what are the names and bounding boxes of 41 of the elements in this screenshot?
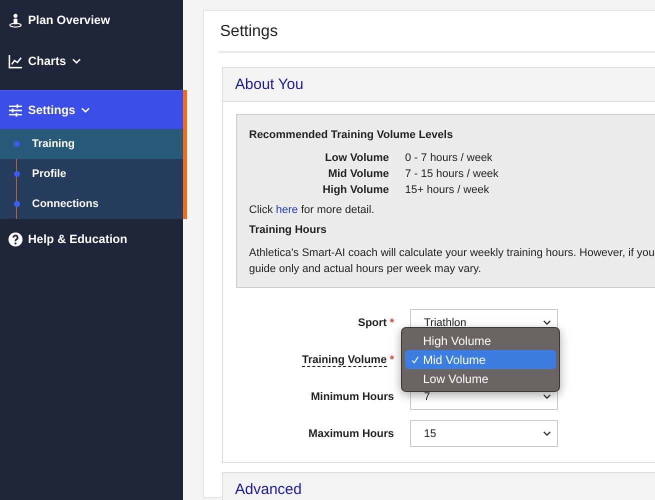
info-heading: Recommended Training Volume Levels xyxy=(249,128,454,143)
field-label: Training Volume xyxy=(302,354,387,366)
chevron-down-icon xyxy=(543,431,551,436)
required-mark: * xyxy=(390,354,394,366)
nav-item[interactable]: Charts xyxy=(0,49,183,73)
volume-name: Mid Volume xyxy=(328,167,389,182)
sliders-icon xyxy=(8,102,23,118)
nav-item[interactable]: Plan Overview xyxy=(0,8,183,32)
panel-title: Advanced xyxy=(235,481,302,498)
dropdown-option[interactable]: Mid Volume xyxy=(405,350,556,369)
info-subheading: Training Hours xyxy=(249,223,328,238)
panel-header[interactable]: About You xyxy=(223,68,655,102)
field-label: Sport xyxy=(358,316,387,328)
field-label: Minimum Hours xyxy=(310,390,394,402)
person-icon xyxy=(8,12,23,28)
detail-text: Click here for more detail. xyxy=(249,203,376,218)
help-icon xyxy=(8,232,23,246)
field-label: Maximum Hours xyxy=(308,428,394,440)
submenu-item[interactable]: Profile xyxy=(0,159,183,189)
volume-range: 7 - 15 hours / week xyxy=(405,167,499,182)
chevron-down-icon xyxy=(543,320,551,325)
volume-range: 15+ hours / week xyxy=(405,183,490,198)
submenu-item[interactable]: Connections xyxy=(0,189,183,219)
select-field[interactable]: 15 xyxy=(410,420,558,447)
checkmark-icon xyxy=(411,356,419,364)
volume-name: High Volume xyxy=(322,183,389,198)
nav-item[interactable]: Help & Education xyxy=(0,227,183,251)
dot-icon xyxy=(14,201,20,207)
panel-title: About You xyxy=(235,76,304,93)
required-mark: * xyxy=(390,316,394,328)
submenu-item[interactable]: Training xyxy=(0,129,183,159)
dot-icon xyxy=(14,141,20,147)
chevron-down-icon xyxy=(543,394,551,399)
volume-range: 0 - 7 hours / week xyxy=(405,151,492,166)
volume-name: Low Volume xyxy=(325,151,389,166)
info-paragraph: Athletica's Smart-AI coach will calculate your weekly training hours. However, if you guide only and actual hours per week may vary. xyxy=(249,246,655,277)
advanced-panel[interactable]: Advanced xyxy=(222,472,655,500)
line-chart-icon xyxy=(8,54,23,68)
here-link[interactable]: here xyxy=(276,204,298,216)
dot-icon xyxy=(14,171,20,177)
page-title: Settings xyxy=(218,11,655,53)
